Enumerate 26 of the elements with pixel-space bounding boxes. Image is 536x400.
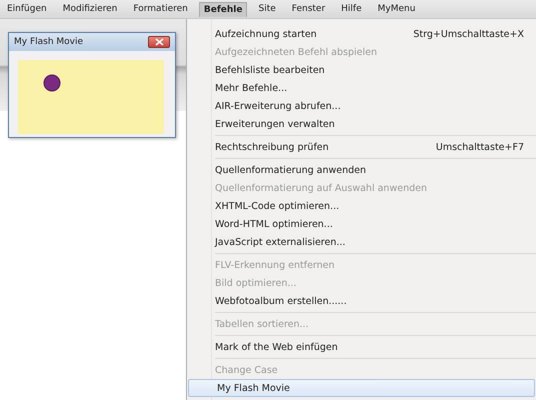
- menu-bar-item[interactable]: Formatieren: [128, 1, 193, 17]
- shortcut-label: Umschalttaste+F7: [436, 142, 524, 152]
- menu-item[interactable]: Mehr Befehle...: [187, 79, 536, 97]
- menu-bar-item[interactable]: Hilfe: [336, 1, 367, 17]
- menu-item[interactable]: My Flash Movie: [188, 379, 535, 397]
- menu-bar-item[interactable]: Site: [253, 1, 281, 17]
- menu-bar-item[interactable]: Modifizieren: [58, 1, 122, 17]
- menu-item[interactable]: AIR-Erweiterung abrufen...: [187, 97, 536, 115]
- menu-bar-item[interactable]: Fenster: [286, 1, 330, 17]
- menu-item[interactable]: Erweiterungen verwalten: [187, 115, 536, 133]
- menu-item[interactable]: Befehlsliste bearbeiten: [187, 61, 536, 79]
- menu-item[interactable]: JavaScript externalisieren...: [187, 233, 536, 251]
- shortcut-label: Strg+Umschalttaste+X: [413, 28, 524, 40]
- menu-item[interactable]: Mark of the Web einfügen: [187, 338, 536, 356]
- menu-item[interactable]: Quellenformatierung anwenden: [187, 161, 536, 179]
- menu-item[interactable]: Word-HTML optimieren...: [187, 215, 536, 233]
- window-title: My Flash Movie: [14, 37, 84, 47]
- menu-bar-item[interactable]: Einfügen: [2, 1, 52, 17]
- menu-item[interactable]: Aufzeichnung starten Strg+Umschalttaste+X: [187, 25, 536, 43]
- close-button[interactable]: [148, 36, 170, 48]
- menu-item[interactable]: XHTML-Code optimieren...: [187, 197, 536, 215]
- menu-bar-item[interactable]: MyMenu: [372, 1, 420, 17]
- menu-item[interactable]: Rechtschreibung prüfen Umschalttaste+F7: [187, 138, 536, 156]
- close-icon: [154, 38, 164, 46]
- menu-bar-item[interactable]: Befehle: [198, 2, 248, 16]
- menu-item[interactable]: Webfotoalbum erstellen......: [187, 292, 536, 310]
